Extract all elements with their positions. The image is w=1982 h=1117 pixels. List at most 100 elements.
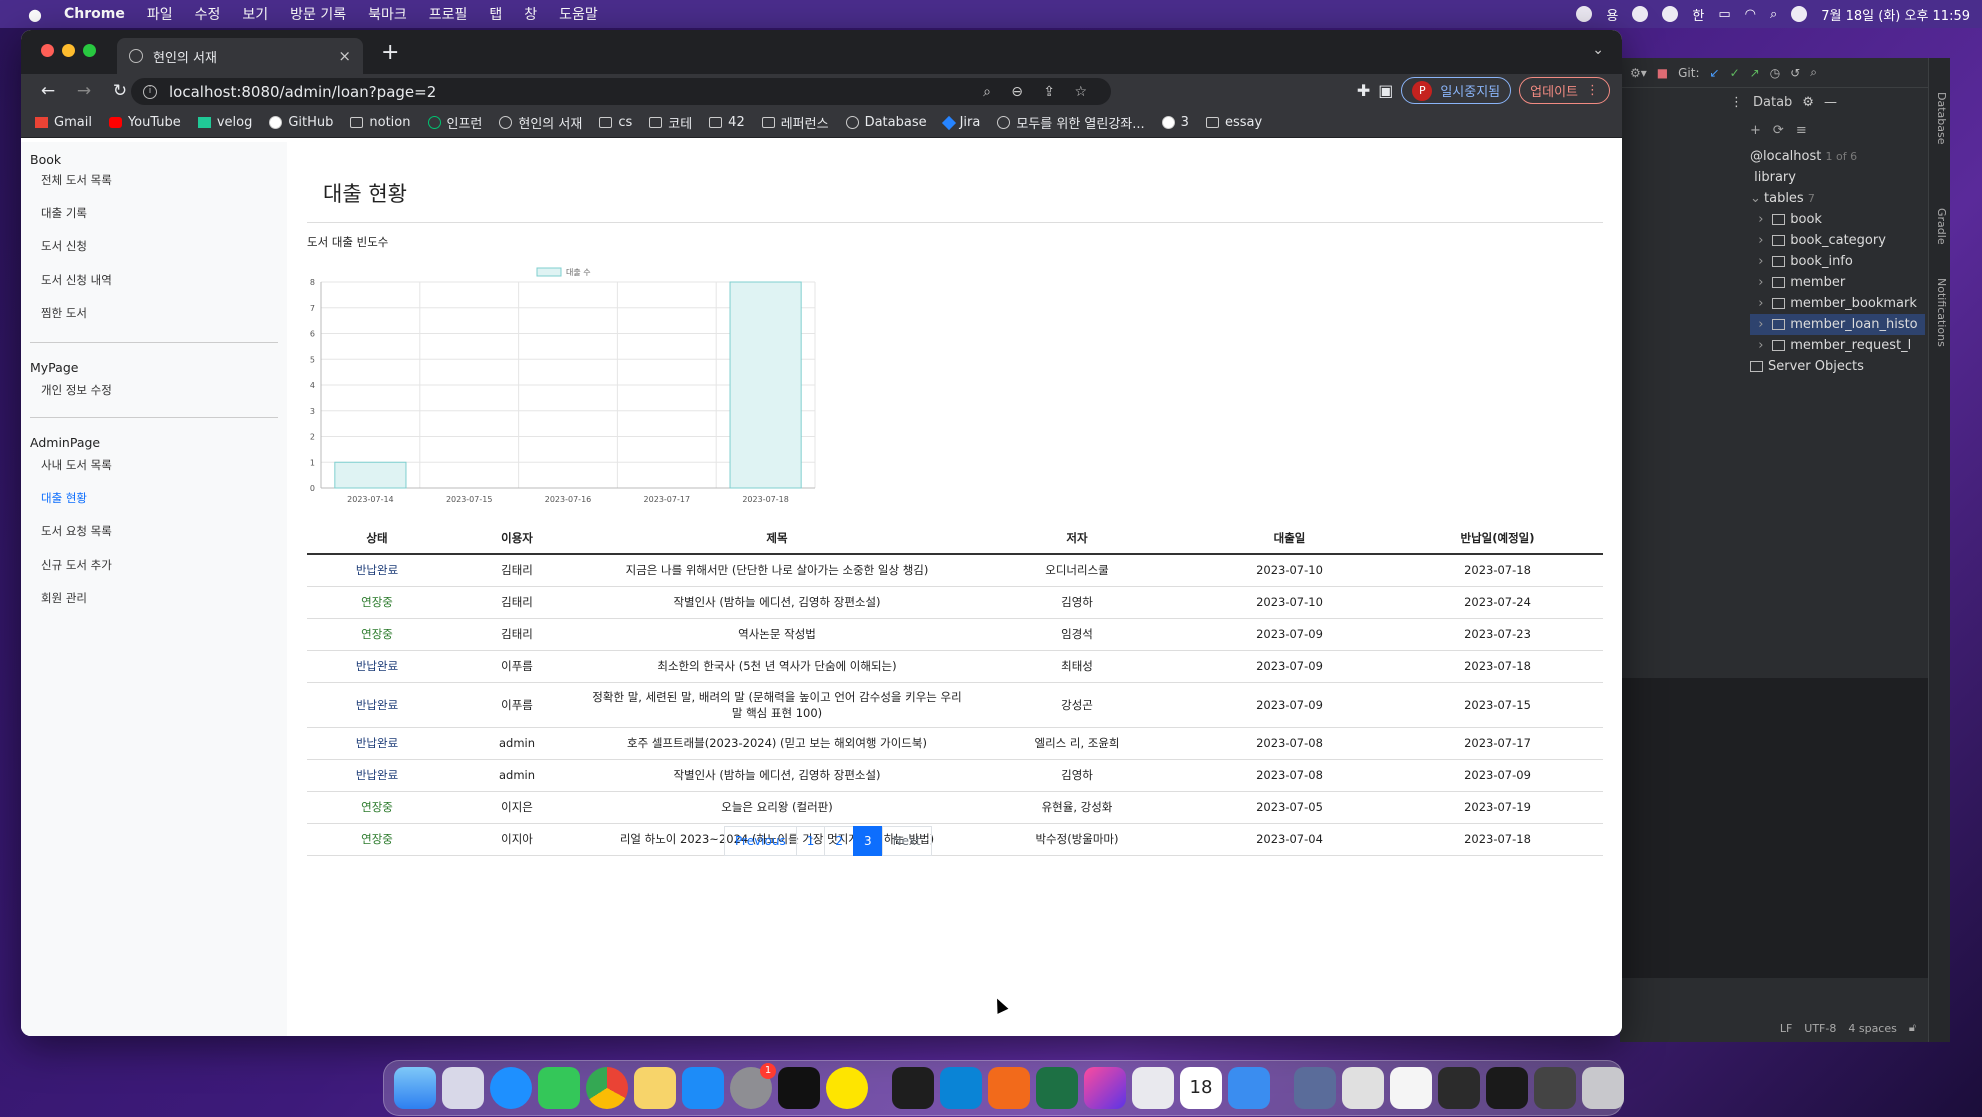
menubar-app-name[interactable]: Chrome [64, 6, 125, 22]
pagination-next[interactable]: Next [881, 826, 932, 856]
input-status-icon[interactable]: 용 [1606, 5, 1618, 24]
share-icon[interactable]: ⇪ [1043, 84, 1055, 100]
zoom-window-button[interactable] [83, 44, 96, 57]
sidebar-item-request-history[interactable]: 도서 신청 내역 [41, 272, 112, 288]
sidebar-item-request-list[interactable]: 도서 요청 목록 [41, 523, 112, 539]
control-center-icon[interactable] [1791, 6, 1808, 22]
site-info-icon[interactable]: i [143, 84, 157, 99]
notes-icon[interactable] [634, 1067, 676, 1109]
rollback-icon[interactable]: ↺ [1790, 66, 1800, 80]
extensions-icon[interactable]: ✚ [1357, 81, 1370, 100]
bookmark-library[interactable]: 현인의 서재 [499, 113, 582, 132]
tree-tables[interactable]: ⌄ tables 7 [1750, 188, 1925, 209]
bookmark-cs[interactable]: cs [599, 115, 632, 130]
reload-icon[interactable]: ↻ [111, 81, 129, 101]
status-cell[interactable]: 반납완료 [307, 759, 447, 792]
search-icon[interactable]: ⌕ [1810, 65, 1817, 80]
recent-window-icon[interactable] [1486, 1067, 1528, 1109]
input-source-icon[interactable]: 한 [1692, 5, 1704, 24]
figma-icon[interactable] [892, 1067, 934, 1109]
close-tab-icon[interactable]: × [338, 47, 351, 65]
intellij-icon[interactable] [1084, 1067, 1126, 1109]
sidebar-item-company-books[interactable]: 사내 도서 목록 [41, 457, 112, 473]
pagination-page-3[interactable]: 3 [853, 826, 883, 856]
pagination-previous[interactable]: Previous [724, 826, 797, 856]
battery-icon[interactable]: ▭ [1718, 7, 1730, 22]
app-store-icon[interactable] [682, 1067, 724, 1109]
git-push-icon[interactable]: ↗ [1750, 66, 1760, 80]
bookmark-gmail[interactable]: Gmail [35, 115, 92, 130]
database-tool-tab[interactable]: Database [1935, 92, 1948, 145]
encoding[interactable]: UTF-8 [1804, 1022, 1836, 1035]
menubar-item-view[interactable]: 보기 [242, 4, 268, 24]
status-cell[interactable]: 연장중 [307, 586, 447, 619]
menubar-item-history[interactable]: 방문 기록 [290, 4, 346, 24]
sidebar-item-loan-status[interactable]: 대출 현황 [41, 490, 87, 506]
bookmark-database[interactable]: Database [845, 115, 927, 130]
menubar-item-window[interactable]: 창 [524, 4, 537, 24]
minimize-icon[interactable]: — [1824, 95, 1837, 110]
sidebar-item-wishlist[interactable]: 찜한 도서 [41, 305, 87, 321]
sidebar-item-add-book[interactable]: 신규 도서 추가 [41, 557, 112, 573]
sidebar-item-member-management[interactable]: 회원 관리 [41, 590, 87, 606]
status-cell[interactable]: 반납완료 [307, 727, 447, 760]
new-tab-button[interactable]: + [381, 40, 399, 65]
tree-table-member[interactable]: › member [1750, 272, 1925, 293]
git-update-icon[interactable]: ↙ [1710, 66, 1720, 80]
lock-icon[interactable]: 🔓︎ [1909, 1021, 1916, 1035]
menubar-item-file[interactable]: 파일 [147, 4, 173, 24]
browser-tab[interactable]: 현인의 서재 × [117, 38, 363, 74]
settings-icon[interactable]: ⚙ [1802, 95, 1814, 110]
close-window-button[interactable] [41, 44, 54, 57]
back-icon[interactable]: ← [39, 81, 57, 101]
finder-icon[interactable] [394, 1067, 436, 1109]
bookmark-jira[interactable]: Jira [941, 115, 980, 130]
bookmark-velog[interactable]: velog [197, 115, 252, 130]
bookmark-42[interactable]: 42 [709, 115, 745, 130]
status-cell[interactable]: 연장중 [307, 823, 447, 856]
chrome-icon[interactable] [586, 1067, 628, 1109]
status-cell[interactable]: 연장중 [307, 618, 447, 651]
menubar-item-edit[interactable]: 수정 [195, 4, 221, 24]
safari-icon[interactable] [490, 1067, 532, 1109]
tree-host[interactable]: @localhost 1 of 6 [1750, 146, 1925, 167]
menubar-item-tab[interactable]: 탭 [489, 4, 502, 24]
spotlight-icon[interactable]: ⌕ [1770, 7, 1777, 22]
gradle-tool-tab[interactable]: Gradle [1935, 208, 1948, 245]
refresh-icon[interactable]: ⟳ [1773, 123, 1784, 138]
search-icon[interactable]: ⌕ [983, 84, 991, 100]
sidebar-item-edit-profile[interactable]: 개인 정보 수정 [41, 382, 112, 398]
pagination-page-1[interactable]: 1 [795, 826, 826, 856]
bookmark-github[interactable]: GitHub [269, 115, 333, 130]
vscode-icon[interactable] [940, 1067, 982, 1109]
wifi-icon[interactable]: ◠ [1745, 7, 1756, 22]
tree-table-book-info[interactable]: › book_info [1750, 251, 1925, 272]
recent-window-icon[interactable] [1534, 1067, 1576, 1109]
git-commit-icon[interactable]: ✓ [1730, 66, 1740, 80]
menubar-item-profiles[interactable]: 프로필 [429, 4, 468, 24]
keynote-icon[interactable] [1228, 1067, 1270, 1109]
bookmark-open-lecture[interactable]: 모두를 위한 열린강좌... [997, 113, 1145, 132]
status-cell[interactable]: 반납완료 [307, 554, 447, 587]
pagination-page-2[interactable]: 2 [824, 826, 854, 856]
line-separator[interactable]: LF [1780, 1022, 1792, 1035]
messages-icon[interactable] [538, 1067, 580, 1109]
more-icon[interactable]: ⋮ [1730, 95, 1743, 110]
profile-button[interactable]: P 일시중지됨 [1401, 77, 1512, 104]
menubar-item-help[interactable]: 도움말 [559, 4, 598, 24]
menubar-item-bookmarks[interactable]: 북마크 [368, 4, 407, 24]
run-config-icon[interactable]: ⚙▾ [1630, 66, 1647, 80]
launchpad-icon[interactable] [442, 1067, 484, 1109]
sidebar-item-all-books[interactable]: 전체 도서 목록 [41, 172, 112, 188]
sidebar-item-book-request[interactable]: 도서 신청 [41, 238, 87, 254]
tree-table-book-category[interactable]: › book_category [1750, 230, 1925, 251]
postman-icon[interactable] [988, 1067, 1030, 1109]
bookmark-star-icon[interactable]: ☆ [1074, 84, 1087, 100]
tree-schema[interactable]: library [1750, 167, 1925, 188]
calendar-icon[interactable]: 18 [1180, 1067, 1222, 1109]
tree-table-book[interactable]: › book [1750, 209, 1925, 230]
tree-server-objects[interactable]: Server Objects [1750, 356, 1925, 377]
bookmark-inflearn[interactable]: 인프런 [427, 113, 482, 132]
recent-window-icon[interactable] [1438, 1067, 1480, 1109]
recent-window-icon[interactable] [1342, 1067, 1384, 1109]
